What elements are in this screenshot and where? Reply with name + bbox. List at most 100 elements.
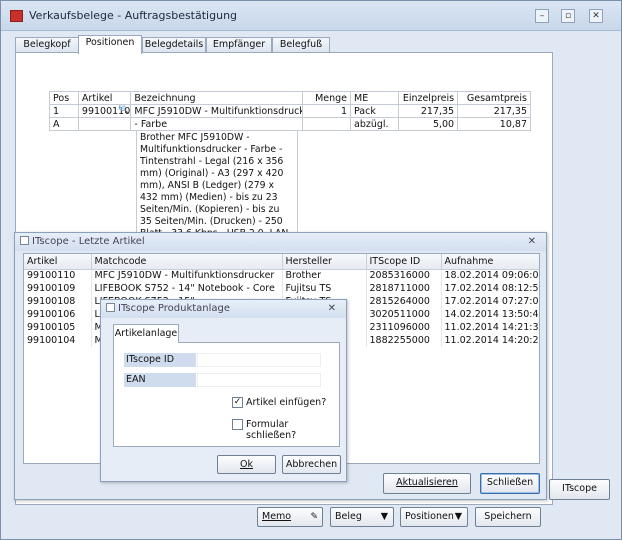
col-itscope-id[interactable]: ITScope ID	[366, 254, 442, 270]
col-aufnahme[interactable]: Aufnahme	[441, 254, 539, 270]
cell: 99100109	[24, 282, 92, 295]
itscope-button[interactable]: ITscope	[549, 479, 610, 500]
table-row[interactable]: 99100110 MFC J5910DW - Multifunktionsdruc…	[24, 269, 539, 282]
ean-input[interactable]	[197, 373, 321, 387]
cell: 14.02.2014 13:50:45	[441, 308, 539, 321]
table-row[interactable]: 1 99100110 🔍 MFC J5910DW - Multifunktions…	[49, 104, 531, 118]
col-artikel[interactable]: Artikel	[24, 254, 92, 270]
cell-menge[interactable]	[301, 117, 352, 131]
col-pos: Pos	[49, 91, 79, 105]
schliessen-label: Schließen	[486, 477, 534, 488]
cell: 99100105	[24, 321, 92, 334]
product-dialog: ITscope Produktanlage ✕ Artikelanlage IT…	[100, 299, 347, 482]
cell: 11.02.2014 14:21:36	[441, 321, 539, 334]
positionen-button[interactable]: Positionen ▼	[400, 507, 468, 527]
product-dialog-titlebar: ITscope Produktanlage ✕	[101, 300, 346, 318]
table-row[interactable]: A - Farbe abzügl. 5,00 10,87	[49, 117, 531, 131]
cell-einzelpreis[interactable]: 5,00	[398, 117, 459, 131]
close-icon[interactable]: ✕	[528, 233, 536, 251]
cell: MFC J5910DW - Multifunktionsdrucker	[91, 269, 283, 282]
cell: 17.02.2014 07:27:08	[441, 295, 539, 308]
col-hersteller[interactable]: Hersteller	[282, 254, 367, 270]
tab-belegdetails[interactable]: Belegdetails	[142, 37, 206, 53]
positionen-label: Positionen	[405, 511, 454, 522]
product-tab-panel: ITscope ID EAN ✓ Artikel einfügen? Formu…	[113, 342, 340, 447]
recent-dialog-titlebar: ITscope - Letzte Artikel ✕	[15, 233, 546, 251]
tab-belegfuss[interactable]: Belegfuß	[272, 37, 330, 53]
cell-bezeichnung[interactable]: MFC J5910DW - Multifunktionsdrucker	[130, 104, 303, 118]
beleg-button[interactable]: Beleg ▼	[330, 507, 394, 527]
recent-dialog-title: ITscope - Letzte Artikel	[32, 236, 145, 247]
cell-gesamtpreis[interactable]: 10,87	[457, 117, 531, 131]
table-row[interactable]: 99100109 LIFEBOOK S752 - 14" Notebook - C…	[24, 282, 539, 295]
cell: 3020511000	[366, 308, 442, 321]
chevron-down-icon: ▼	[454, 511, 462, 522]
description-text: Brother MFC J5910DW - Multifunktionsdruc…	[140, 132, 291, 232]
positions-grid: Pos Artikel Bezeichnung Menge ME Einzelp…	[49, 91, 531, 131]
cell-pos[interactable]: 1	[49, 104, 79, 118]
refresh-label: Aktualisieren	[396, 477, 458, 488]
cell: Fujitsu TS	[282, 282, 367, 295]
itscope-id-input[interactable]	[197, 353, 321, 367]
memo-label: Memo	[262, 511, 292, 522]
restore-icon[interactable]: ▫	[561, 9, 575, 23]
insert-checkbox[interactable]: ✓	[232, 397, 243, 408]
grid-header-row: Pos Artikel Bezeichnung Menge ME Einzelp…	[49, 91, 531, 105]
cell: 99100104	[24, 334, 92, 347]
col-menge: Menge	[301, 91, 352, 105]
cell-bezeichnung[interactable]: - Farbe	[130, 117, 303, 131]
ok-button[interactable]: Ok	[217, 455, 276, 474]
cell: 2815264000	[366, 295, 442, 308]
cell-me[interactable]: abzügl.	[349, 117, 400, 131]
beleg-label: Beleg	[335, 511, 362, 522]
window-title: Verkaufsbelege - Auftragsbestätigung	[29, 9, 238, 22]
cell: 99100108	[24, 295, 92, 308]
schliessen-button[interactable]: Schließen	[480, 473, 540, 494]
title-bar: Verkaufsbelege - Auftragsbestätigung – ▫…	[1, 1, 621, 31]
cell-me[interactable]: Pack	[349, 104, 400, 118]
cell-einzelpreis[interactable]: 217,35	[398, 104, 459, 118]
cell: 17.02.2014 08:12:57	[441, 282, 539, 295]
cell-gesamtpreis[interactable]: 217,35	[457, 104, 531, 118]
cell-artikel[interactable]: 99100110 🔍	[77, 104, 132, 118]
cell: Brother	[282, 269, 367, 282]
cell-artikel[interactable]	[77, 117, 132, 131]
itscope-icon	[106, 303, 115, 312]
close-form-checkbox-label: Formular schließen?	[246, 419, 297, 441]
col-artikel: Artikel	[77, 91, 132, 105]
col-gesamtpreis: Gesamtpreis	[457, 91, 531, 105]
abbrechen-button[interactable]: Abbrechen	[282, 455, 341, 474]
close-icon[interactable]: ✕	[589, 9, 603, 23]
ean-label: EAN	[124, 373, 196, 387]
chevron-down-icon: ▼	[380, 511, 388, 522]
minimize-icon[interactable]: –	[535, 9, 549, 23]
description-textbox[interactable]: Brother MFC J5910DW - Multifunktionsdruc…	[136, 130, 298, 233]
cell: 18.02.2014 09:06:00	[441, 269, 539, 282]
tab-artikelanlage[interactable]: Artikelanlage	[113, 324, 179, 343]
pencil-icon: ✎	[310, 512, 318, 522]
search-icon[interactable]: 🔍	[118, 106, 129, 116]
close-icon[interactable]: ✕	[328, 300, 336, 318]
cell-pos[interactable]: A	[49, 117, 79, 131]
cell: LIFEBOOK S752 - 14" Notebook - Core	[91, 282, 283, 295]
cell: 2085316000	[366, 269, 442, 282]
cell: 99100110	[24, 269, 92, 282]
ok-label: Ok	[240, 459, 253, 470]
itscope-id-label: ITscope ID	[124, 353, 196, 367]
speichern-button[interactable]: Speichern	[475, 507, 541, 527]
app-icon	[10, 10, 23, 22]
refresh-button[interactable]: Aktualisieren	[383, 473, 471, 494]
memo-button[interactable]: Memo ✎	[257, 507, 323, 527]
cell-menge[interactable]: 1	[301, 104, 352, 118]
insert-checkbox-label: Artikel einfügen?	[246, 397, 327, 408]
product-dialog-title: ITscope Produktanlage	[118, 303, 231, 314]
col-einzelpreis: Einzelpreis	[398, 91, 459, 105]
col-matchcode[interactable]: Matchcode	[91, 254, 283, 270]
tab-empfaenger[interactable]: Empfänger	[206, 37, 272, 53]
cell: 1882255000	[366, 334, 442, 347]
tab-positionen[interactable]: Positionen	[78, 35, 142, 54]
recent-header-row: Artikel Matchcode Hersteller ITScope ID …	[24, 254, 539, 270]
cell: 11.02.2014 14:20:23	[441, 334, 539, 347]
tab-belegkopf[interactable]: Belegkopf	[15, 37, 79, 53]
close-form-checkbox[interactable]	[232, 419, 243, 430]
